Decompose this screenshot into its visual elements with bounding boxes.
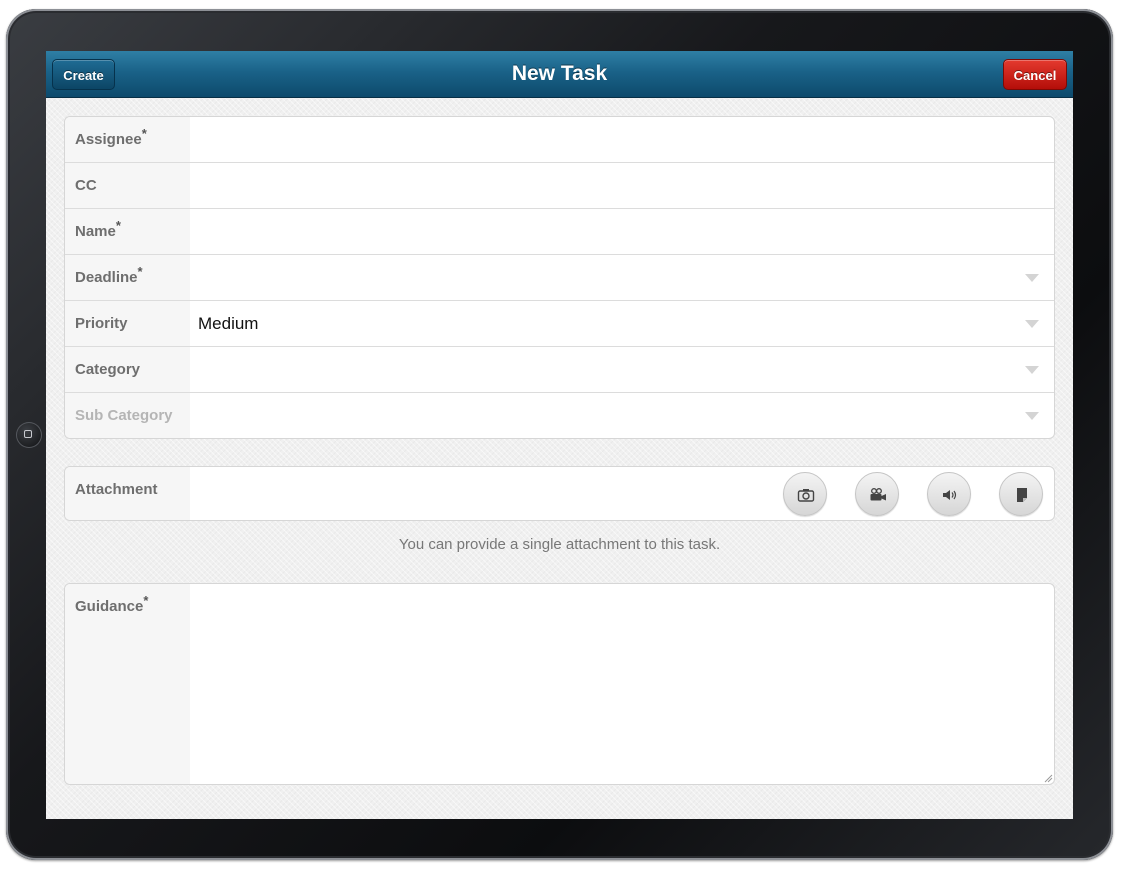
- document-icon: [1017, 488, 1027, 502]
- sub-category-row: Sub Category: [65, 393, 1054, 438]
- category-row: Category: [65, 347, 1054, 393]
- chevron-down-icon: [1025, 320, 1039, 328]
- video-camera-icon: [870, 488, 886, 501]
- guidance-group: Guidance*: [64, 583, 1055, 785]
- priority-label: Priority: [65, 301, 190, 346]
- assignee-field[interactable]: [190, 117, 1054, 162]
- attachment-group: Attachment: [64, 466, 1055, 521]
- audio-icon: [943, 490, 957, 500]
- home-square-icon: [24, 430, 32, 438]
- name-row: Name*: [65, 209, 1054, 255]
- deadline-label: Deadline*: [65, 255, 190, 300]
- camera-button[interactable]: [783, 472, 827, 516]
- priority-row: Priority Medium: [65, 301, 1054, 347]
- required-marker: *: [141, 126, 147, 141]
- priority-select[interactable]: Medium: [190, 301, 1054, 346]
- cc-field[interactable]: [190, 163, 1054, 208]
- assignee-label: Assignee*: [65, 117, 190, 162]
- guidance-textarea[interactable]: [190, 584, 1054, 784]
- guidance-label: Guidance*: [65, 584, 190, 784]
- assignee-row: Assignee*: [65, 117, 1054, 163]
- navigation-bar: Create New Task Cancel: [46, 51, 1073, 98]
- deadline-select[interactable]: [190, 255, 1054, 300]
- audio-button[interactable]: [927, 472, 971, 516]
- attachment-row: Attachment: [65, 467, 1054, 520]
- cancel-button[interactable]: Cancel: [1003, 59, 1067, 90]
- chevron-down-icon: [1025, 274, 1039, 282]
- cc-row: CC: [65, 163, 1054, 209]
- attachment-label: Attachment: [65, 467, 190, 520]
- app-screen: Create New Task Cancel Assignee* CC Name…: [46, 51, 1073, 819]
- required-marker: *: [143, 593, 149, 608]
- video-button[interactable]: [855, 472, 899, 516]
- cc-label: CC: [65, 163, 190, 208]
- task-fields-group: Assignee* CC Name* Deadline* Priority Me…: [64, 116, 1055, 439]
- name-field[interactable]: [190, 209, 1054, 254]
- deadline-row: Deadline*: [65, 255, 1054, 301]
- name-label: Name*: [65, 209, 190, 254]
- guidance-row: Guidance*: [65, 584, 1054, 784]
- chevron-down-icon: [1025, 412, 1039, 420]
- category-select[interactable]: [190, 347, 1054, 392]
- required-marker: *: [115, 218, 121, 233]
- required-marker: *: [137, 264, 143, 279]
- category-label: Category: [65, 347, 190, 392]
- resize-grip-icon[interactable]: [1043, 773, 1053, 783]
- sub-category-label: Sub Category: [65, 393, 190, 438]
- attachment-hint: You can provide a single attachment to t…: [398, 536, 721, 553]
- page-title: New Task: [511, 62, 608, 85]
- camera-icon: [797, 489, 815, 502]
- home-button[interactable]: [16, 422, 42, 448]
- sub-category-select[interactable]: [190, 393, 1054, 438]
- document-button[interactable]: [999, 472, 1043, 516]
- chevron-down-icon: [1025, 366, 1039, 374]
